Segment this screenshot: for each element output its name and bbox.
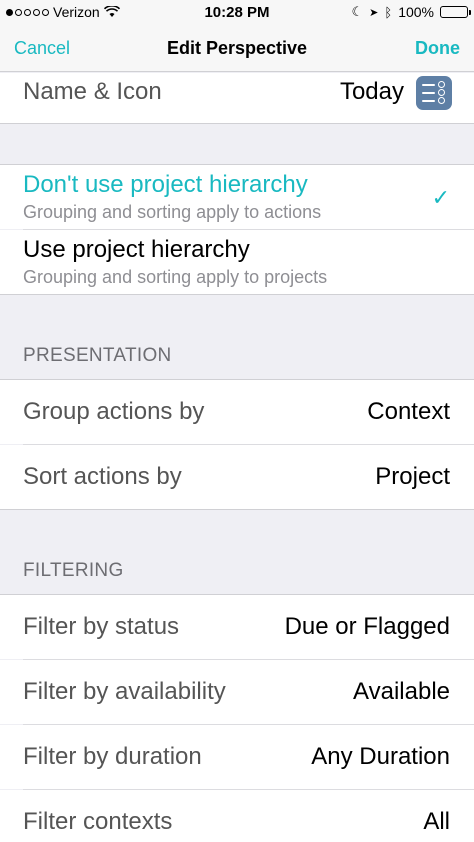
moon-icon: ☾ <box>351 4 364 19</box>
row-label: Filter by status <box>23 613 180 640</box>
row-label: Filter contexts <box>23 808 173 835</box>
row-value: Any Duration <box>311 743 450 770</box>
name-icon-label: Name & Icon <box>23 78 162 105</box>
divider <box>0 123 474 124</box>
location-icon: ➤ <box>369 6 379 19</box>
sort-actions-row[interactable]: Sort actions by Project <box>0 445 474 509</box>
row-value: Project <box>375 463 450 490</box>
row-value: Context <box>367 398 450 425</box>
divider <box>0 294 474 295</box>
divider <box>0 509 474 510</box>
hierarchy-option-projects[interactable]: Use project hierarchy Grouping and sorti… <box>0 230 474 294</box>
row-value: All <box>423 808 450 835</box>
row-value: Available <box>353 678 450 705</box>
option-title: Don't use project hierarchy <box>23 171 308 198</box>
battery-percent: 100% <box>398 4 434 20</box>
hierarchy-option-actions[interactable]: Don't use project hierarchy Grouping and… <box>0 165 474 229</box>
navigation-bar: Cancel Edit Perspective Done <box>0 26 474 72</box>
row-label: Sort actions by <box>23 463 182 490</box>
filter-contexts-row[interactable]: Filter contexts All <box>0 790 474 842</box>
done-button[interactable]: Done <box>415 38 460 59</box>
row-label: Filter by availability <box>23 678 226 705</box>
page-title: Edit Perspective <box>166 38 308 58</box>
filter-availability-row[interactable]: Filter by availability Available <box>0 660 474 724</box>
option-subtitle: Grouping and sorting apply to projects <box>23 267 328 287</box>
section-header-filtering: FILTERING <box>23 560 124 581</box>
row-label: Filter by duration <box>23 743 202 770</box>
row-value: Due or Flagged <box>284 613 450 640</box>
section-header-presentation: PRESENTATION <box>23 345 172 366</box>
checkmark-icon: ✓ <box>431 185 450 210</box>
battery-icon <box>440 6 471 18</box>
option-subtitle: Grouping and sorting apply to actions <box>23 202 322 222</box>
perspective-name-value: Today <box>339 78 404 105</box>
status-right: ☾ ➤ ᛒ 100% <box>351 4 471 20</box>
row-label: Group actions by <box>23 398 205 425</box>
group-actions-row[interactable]: Group actions by Context <box>0 380 474 444</box>
filter-status-row[interactable]: Filter by status Due or Flagged <box>0 595 474 659</box>
status-bar: Verizon 10:28 PM ☾ ➤ ᛒ 100% <box>0 0 474 26</box>
bluetooth-icon: ᛒ <box>384 4 393 20</box>
option-title: Use project hierarchy <box>23 236 250 263</box>
name-icon-row[interactable]: Name & Icon Today <box>0 73 474 123</box>
filter-duration-row[interactable]: Filter by duration Any Duration <box>0 725 474 789</box>
perspective-list-icon[interactable] <box>416 76 452 110</box>
